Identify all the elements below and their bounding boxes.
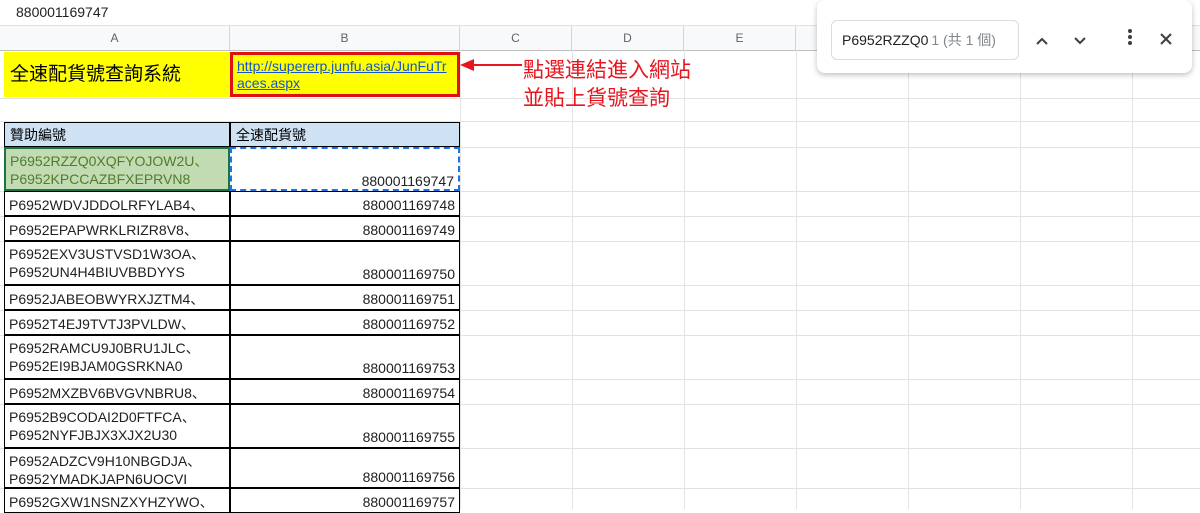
sponsor-id-cell[interactable]: P6952T4EJ9TVTJ3PVLDW、 <box>4 310 230 335</box>
tracking-number-cell[interactable]: 880001169751 <box>230 285 460 310</box>
column-header-a[interactable]: A <box>0 26 230 50</box>
find-input[interactable]: P6952RZZQ0 1 (共 1 個) <box>831 20 1019 60</box>
column-header-e[interactable]: E <box>684 26 796 50</box>
arrow-annotation-icon <box>460 59 522 71</box>
tracking-number-cell[interactable]: 880001169755 <box>230 404 460 448</box>
sponsor-id-line-2: P6952YMADKJAPN6UOCVI <box>9 471 188 487</box>
chevron-up-icon <box>1036 37 1048 45</box>
tracking-number-cell[interactable]: 880001169748 <box>230 191 460 216</box>
tracking-number-cell[interactable]: 880001169749 <box>230 216 460 241</box>
sponsor-id-cell[interactable]: P6952MXZBV6BVGVNBRU8、 <box>4 379 230 404</box>
sponsor-id-cell[interactable]: P6952EPAPWRKLRIZR8V8、 <box>4 216 230 241</box>
sponsor-id-cell[interactable]: P6952GXW1NSNZXYHZYWO、 <box>4 488 230 513</box>
sponsor-id-cell[interactable]: P6952ADZCV9H10NBGDJA、 P6952YMADKJAPN6UOCV… <box>4 448 230 488</box>
sponsor-id-line-1: P6952MXZBV6BVGVNBRU8、 <box>9 384 206 401</box>
tracking-link[interactable]: http://supererp.junfu.asia/JunFuTraces.a… <box>237 58 447 91</box>
sponsor-id-line-2: P6952UN4H4BIUVBBDYYS <box>9 264 185 280</box>
sponsor-id-line-2: P6952KPCCAZBFXEPRVN8 <box>10 171 191 187</box>
find-close-button[interactable] <box>1151 25 1181 55</box>
tracking-number-cell[interactable]: 880001169750 <box>230 241 460 285</box>
sponsor-id-line-1: P6952RZZQ0XQFYOJOW2U、 <box>10 153 209 169</box>
sponsor-id-line-1: P6952B9CODAI2D0FTFCA、 <box>9 409 196 425</box>
annotation-line-2: 並貼上貨號查詢 <box>523 86 670 110</box>
column-header-d[interactable]: D <box>572 26 684 50</box>
sponsor-id-line-1: P6952GXW1NSNZXYHZYWO、 <box>9 493 214 510</box>
sponsor-id-cell[interactable]: P6952WDVJDDOLRFYLAB4、 <box>4 191 230 216</box>
sponsor-id-line-1: P6952JABEOBWYRXJZTM4、 <box>9 290 205 307</box>
title-cell[interactable]: 全速配貨號查詢系統 <box>4 52 230 97</box>
tracking-number-cell[interactable]: 880001169747 <box>230 147 460 191</box>
table-header-sponsor-id[interactable]: 贊助編號 <box>4 122 230 147</box>
sponsor-id-line-2: P6952EI9BJAM0GSRKNA0 <box>9 358 183 374</box>
chevron-down-icon <box>1074 37 1086 45</box>
annotation-text: 點選連結進入網站 並貼上貨號查詢 <box>523 56 691 112</box>
sponsor-id-line-2: P6952NYFJBJX3XJX2U30 <box>9 427 178 443</box>
close-icon <box>1160 33 1172 45</box>
link-cell[interactable]: http://supererp.junfu.asia/JunFuTraces.a… <box>230 52 460 97</box>
find-count: 1 (共 1 個) <box>931 32 996 48</box>
find-next-button[interactable] <box>1065 25 1095 55</box>
sponsor-id-cell[interactable]: P6952B9CODAI2D0FTFCA、 P6952NYFJBJX3XJX2U3… <box>4 404 230 448</box>
more-vert-icon <box>1128 29 1132 45</box>
sponsor-id-line-1: P6952RAMCU9J0BRU1JLC、 <box>9 340 200 356</box>
column-header-c[interactable]: C <box>460 26 572 50</box>
tracking-number-cell[interactable]: 880001169752 <box>230 310 460 335</box>
sponsor-id-cell[interactable]: P6952RZZQ0XQFYOJOW2U、 P6952KPCCAZBFXEPRVN… <box>4 147 230 191</box>
sponsor-id-line-1: P6952ADZCV9H10NBGDJA、 <box>9 453 202 469</box>
column-header-b[interactable]: B <box>230 26 460 50</box>
find-prev-button[interactable] <box>1027 25 1057 55</box>
tracking-number-cell[interactable]: 880001169756 <box>230 448 460 488</box>
annotation-line-1: 點選連結進入網站 <box>523 58 691 82</box>
tracking-number-cell[interactable]: 880001169757 <box>230 488 460 513</box>
sponsor-id-line-1: P6952WDVJDDOLRFYLAB4、 <box>9 196 205 213</box>
sponsor-id-cell[interactable]: P6952RAMCU9J0BRU1JLC、 P6952EI9BJAM0GSRKNA… <box>4 335 230 379</box>
sponsor-id-cell[interactable]: P6952JABEOBWYRXJZTM4、 <box>4 285 230 310</box>
tracking-number-cell[interactable]: 880001169754 <box>230 379 460 404</box>
sponsor-id-line-1: P6952EPAPWRKLRIZR8V8、 <box>9 221 198 238</box>
tracking-number-cell[interactable]: 880001169753 <box>230 335 460 379</box>
sponsor-id-line-1: P6952T4EJ9TVTJ3PVLDW、 <box>9 315 195 332</box>
formula-bar-value: 880001169747 <box>16 4 109 20</box>
sponsor-id-line-1: P6952EXV3USTVSD1W3OA、 <box>9 246 206 262</box>
find-query: P6952RZZQ0 <box>842 32 929 48</box>
find-panel: P6952RZZQ0 1 (共 1 個) <box>817 0 1192 73</box>
find-more-button[interactable] <box>1115 25 1145 55</box>
table-header-tracking-number[interactable]: 全速配貨號 <box>230 122 460 147</box>
sponsor-id-cell[interactable]: P6952EXV3USTVSD1W3OA、 P6952UN4H4BIUVBBDYY… <box>4 241 230 285</box>
